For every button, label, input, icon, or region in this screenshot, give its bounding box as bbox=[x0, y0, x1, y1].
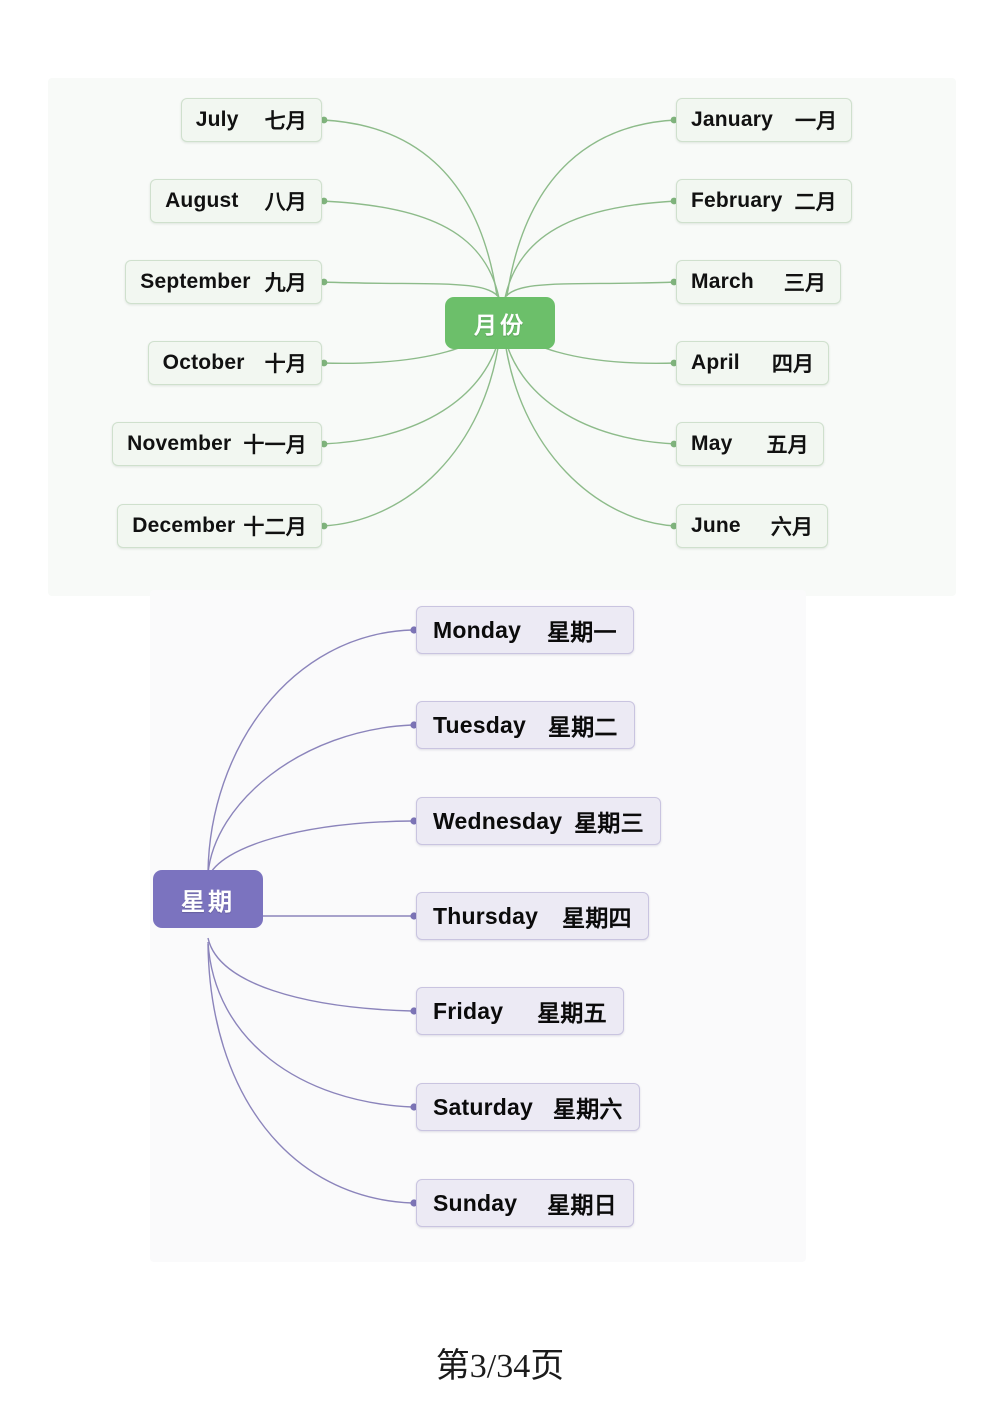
month-cn-november: 十一月 bbox=[243, 434, 307, 457]
months-center-label: 月份 bbox=[474, 312, 526, 338]
month-cn-february: 二月 bbox=[794, 191, 837, 214]
month-en-october: October bbox=[162, 351, 245, 374]
weekday-en-saturday: Saturday bbox=[433, 1093, 534, 1120]
weekday-cn-friday: 星期五 bbox=[537, 1000, 607, 1026]
weekday-cn-tuesday: 星期二 bbox=[548, 714, 618, 740]
weekdays-center-label: 星期 bbox=[181, 888, 235, 916]
month-en-november: November bbox=[127, 432, 232, 455]
weekday-node-saturday[interactable]: Saturday 星期六 bbox=[416, 1083, 640, 1131]
weekday-node-thursday[interactable]: Thursday 星期四 bbox=[416, 892, 649, 940]
month-node-april[interactable]: April 四月 bbox=[676, 341, 830, 385]
month-cn-january: 一月 bbox=[794, 110, 838, 133]
month-node-june[interactable]: June 六月 bbox=[676, 504, 829, 548]
month-node-january[interactable]: January 一月 bbox=[676, 98, 853, 142]
weekday-node-sunday[interactable]: Sunday 星期日 bbox=[416, 1179, 634, 1227]
weekdays-mindmap-panel: Monday 星期一 Tuesday 星期二 Wednesday 星期三 Thu… bbox=[150, 590, 806, 1262]
page-canvas: July 七月 August 八月 September 九月 October 十… bbox=[0, 0, 1000, 1413]
month-cn-september: 九月 bbox=[264, 272, 307, 295]
weekday-en-tuesday: Tuesday bbox=[433, 711, 527, 738]
month-en-june: June bbox=[691, 514, 741, 537]
month-cn-october: 十月 bbox=[264, 353, 307, 376]
month-cn-december: 十二月 bbox=[243, 516, 307, 539]
month-en-may: May bbox=[691, 432, 733, 455]
weekday-cn-wednesday: 星期三 bbox=[574, 810, 644, 836]
month-en-august: August bbox=[165, 189, 239, 212]
month-en-december: December bbox=[132, 514, 236, 537]
month-node-august[interactable]: August 八月 bbox=[150, 179, 322, 223]
weekday-cn-saturday: 星期六 bbox=[553, 1096, 623, 1122]
months-mindmap-panel: July 七月 August 八月 September 九月 October 十… bbox=[48, 78, 956, 596]
month-node-may[interactable]: May 五月 bbox=[676, 422, 824, 466]
month-cn-april: 四月 bbox=[771, 353, 815, 376]
month-en-september: September bbox=[140, 270, 251, 293]
month-cn-june: 六月 bbox=[770, 516, 814, 539]
connector-saturday bbox=[207, 941, 413, 1108]
month-en-february: February bbox=[691, 189, 783, 212]
month-en-march: March bbox=[691, 270, 754, 293]
weekday-node-wednesday[interactable]: Wednesday 星期三 bbox=[416, 797, 661, 845]
weekdays-center-node[interactable]: 星期 bbox=[153, 870, 263, 928]
connector-friday bbox=[207, 937, 413, 1012]
month-node-december[interactable]: December 十二月 bbox=[117, 504, 322, 548]
weekday-node-friday[interactable]: Friday 星期五 bbox=[416, 987, 624, 1035]
connector-sunday bbox=[207, 943, 413, 1204]
months-center-node[interactable]: 月份 bbox=[445, 297, 555, 349]
weekday-en-thursday: Thursday bbox=[433, 902, 539, 929]
month-en-april: April bbox=[691, 351, 740, 374]
page-number-footer: 第3/34页 bbox=[435, 1348, 565, 1385]
month-node-october[interactable]: October 十月 bbox=[147, 341, 322, 385]
month-node-november[interactable]: November 十一月 bbox=[112, 422, 322, 466]
month-node-february[interactable]: February 二月 bbox=[676, 179, 852, 223]
month-cn-august: 八月 bbox=[264, 191, 307, 214]
month-node-july[interactable]: July 七月 bbox=[180, 98, 322, 142]
weekday-en-wednesday: Wednesday bbox=[433, 807, 563, 834]
weekday-en-monday: Monday bbox=[433, 616, 522, 643]
month-en-january: January bbox=[691, 108, 773, 131]
weekday-node-tuesday[interactable]: Tuesday 星期二 bbox=[416, 701, 635, 749]
weekday-cn-sunday: 星期日 bbox=[547, 1192, 617, 1218]
month-cn-july: 七月 bbox=[264, 110, 307, 133]
connector-july bbox=[321, 119, 498, 297]
month-node-march[interactable]: March 三月 bbox=[676, 260, 842, 304]
weekday-en-sunday: Sunday bbox=[433, 1189, 518, 1216]
month-cn-may: 五月 bbox=[766, 434, 809, 457]
month-cn-march: 三月 bbox=[783, 272, 827, 295]
weekday-en-friday: Friday bbox=[433, 997, 504, 1024]
weekday-cn-thursday: 星期四 bbox=[562, 905, 632, 931]
month-en-july: July bbox=[195, 108, 239, 131]
weekday-cn-monday: 星期一 bbox=[547, 619, 617, 645]
month-node-september[interactable]: September 九月 bbox=[125, 260, 322, 304]
weekday-node-monday[interactable]: Monday 星期一 bbox=[416, 606, 634, 654]
connector-january bbox=[506, 119, 677, 297]
